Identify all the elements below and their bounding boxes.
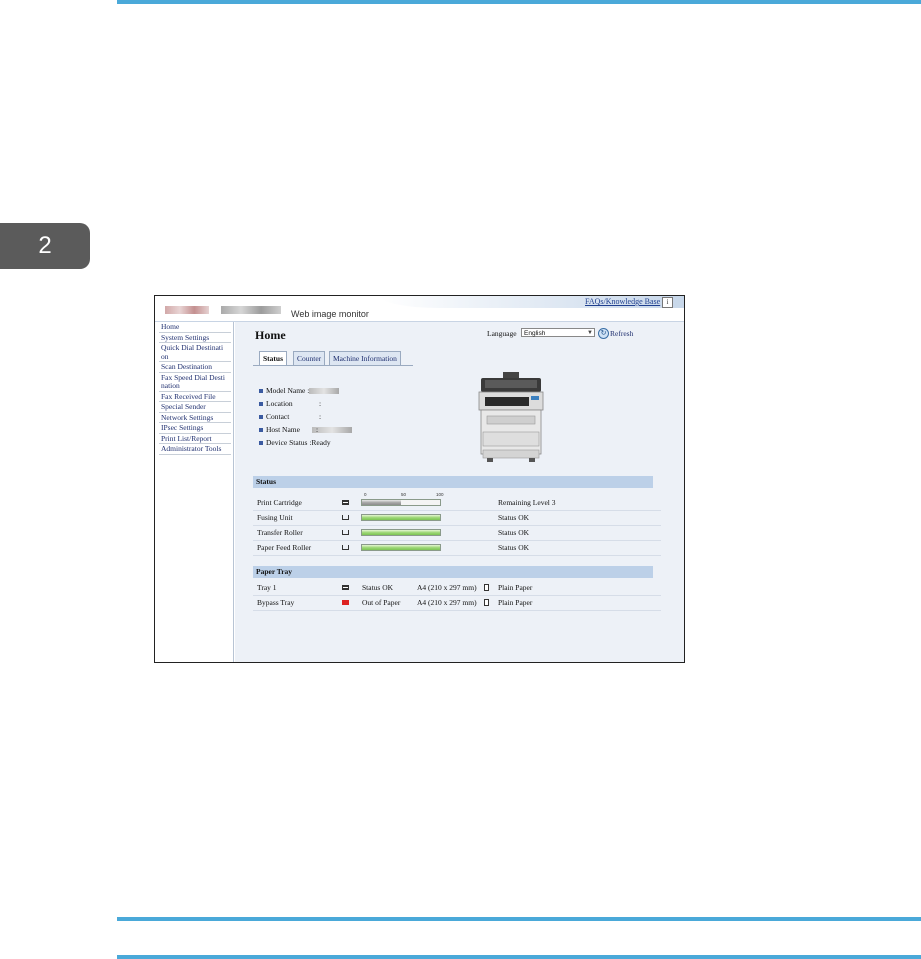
sidebar-item-ipsec-settings[interactable]: IPsec Settings: [159, 423, 231, 434]
tray-icon: [342, 585, 349, 590]
model-name-value-blurred: [309, 388, 340, 395]
status-row-label: Fusing Unit: [257, 513, 293, 522]
level-bar-fill: [362, 515, 440, 520]
unit-icon: [342, 545, 349, 550]
model-logo-blurred: [221, 306, 281, 314]
tab-counter[interactable]: Counter: [293, 351, 326, 366]
refresh-link[interactable]: Refresh: [610, 329, 633, 338]
status-row-fusing-unit: Fusing Unit Status OK: [253, 510, 661, 526]
bullet-icon: [259, 389, 263, 394]
contact-label: Contact: [266, 412, 290, 421]
location-label: Location: [266, 399, 293, 408]
main-content: Home Language English ▼ ↻ Refresh Status…: [235, 322, 684, 662]
paper-tray-status: Status OK: [362, 583, 394, 592]
level-bar-fill: [362, 545, 440, 550]
paper-size: A4 (210 x 297 mm): [417, 598, 477, 607]
status-row-label: Transfer Roller: [257, 528, 303, 537]
level-bar: [361, 499, 441, 506]
location-row: Location:: [259, 399, 321, 408]
host-name-row: Host Name :: [259, 425, 352, 434]
paper-sheet-icon: [484, 599, 489, 606]
status-row-value: Status OK: [498, 543, 530, 552]
tab-underline: [253, 365, 413, 366]
info-icon[interactable]: i: [662, 297, 673, 308]
sidebar-item-print-list-report[interactable]: Print List/Report: [159, 434, 231, 444]
level-bar: [361, 514, 441, 521]
device-status-label: Device Status: [266, 438, 308, 447]
tab-status[interactable]: Status: [259, 351, 288, 366]
unit-icon: [342, 530, 349, 535]
paper-type: Plain Paper: [498, 598, 533, 607]
model-name-label: Model Name: [266, 386, 306, 395]
page-bottom-rule: [117, 917, 921, 921]
level-bar: [361, 544, 441, 551]
sidebar-menu: Home System Settings Quick Dial Destinat…: [155, 322, 234, 662]
paper-type: Plain Paper: [498, 583, 533, 592]
paper-sheet-icon: [484, 584, 489, 591]
status-row-paper-feed-roller: Paper Feed Roller Status OK: [253, 540, 661, 556]
sidebar-item-home[interactable]: Home: [159, 322, 231, 333]
bullet-icon: [259, 402, 263, 407]
tab-machine-information[interactable]: Machine Information: [329, 351, 401, 366]
status-row-label: Paper Feed Roller: [257, 543, 312, 552]
chevron-down-icon: ▼: [587, 330, 593, 336]
faq-knowledge-base-link[interactable]: FAQs/Knowledge Base: [585, 297, 660, 306]
host-name-label: Host Name: [266, 425, 300, 434]
status-row-value: Status OK: [498, 528, 530, 537]
unit-icon: [342, 515, 349, 520]
status-section-header: Status: [253, 476, 653, 488]
web-image-monitor-screenshot: Web image monitor FAQs/Knowledge Base i …: [154, 295, 685, 663]
paper-tray-section-header: Paper Tray: [253, 566, 653, 578]
bullet-icon: [259, 441, 263, 446]
language-label: Language: [487, 329, 517, 338]
bullet-icon: [259, 415, 263, 420]
header: Web image monitor FAQs/Knowledge Base i: [155, 296, 684, 322]
sidebar-item-system-settings[interactable]: System Settings: [159, 333, 231, 343]
brand-logo-blurred: [165, 306, 209, 314]
bullet-icon: [259, 428, 263, 433]
sidebar-item-special-sender[interactable]: Special Sender: [159, 402, 231, 413]
device-status-row: Device Status :Ready: [259, 438, 331, 447]
printer-image: [478, 372, 544, 462]
paper-size: A4 (210 x 297 mm): [417, 583, 477, 592]
refresh-icon[interactable]: ↻: [598, 328, 609, 339]
paper-tray-status: Out of Paper: [362, 598, 401, 607]
level-bar-fill: [362, 530, 440, 535]
sidebar-item-fax-received-file[interactable]: Fax Received File: [159, 392, 231, 402]
status-row-value: Remaining Level 3: [498, 498, 556, 507]
page-footer-rule: [117, 955, 921, 959]
language-select[interactable]: English ▼: [521, 328, 595, 337]
level-bar: [361, 529, 441, 536]
status-row-print-cartridge: Print Cartridge Remaining Level 3: [253, 495, 661, 511]
sidebar-item-network-settings[interactable]: Network Settings: [159, 413, 231, 423]
host-name-separator: :: [316, 425, 319, 434]
page-top-rule: [117, 0, 921, 4]
cartridge-icon: [342, 500, 349, 505]
chapter-tab: 2: [0, 223, 90, 269]
status-row-value: Status OK: [498, 513, 530, 522]
app-title: Web image monitor: [291, 309, 369, 319]
contact-row: Contact:: [259, 412, 321, 421]
paper-tray-label: Tray 1: [257, 583, 277, 592]
paper-tray-row-bypass-tray: Bypass Tray Out of Paper A4 (210 x 297 m…: [253, 595, 661, 611]
paper-tray-label: Bypass Tray: [257, 598, 295, 607]
status-row-label: Print Cartridge: [257, 498, 302, 507]
status-row-transfer-roller: Transfer Roller Status OK: [253, 525, 661, 541]
sidebar-item-fax-speed-dial-destination[interactable]: Fax Speed Dial Desti nation: [159, 373, 231, 392]
contact-separator: :: [319, 412, 322, 421]
language-value: English: [524, 330, 546, 337]
sidebar-item-quick-dial-destination[interactable]: Quick Dial Destinati on: [159, 343, 231, 362]
device-status-value: Ready: [311, 438, 331, 447]
page-title: Home: [255, 328, 286, 342]
paper-tray-row-tray-1: Tray 1 Status OK A4 (210 x 297 mm) Plain…: [253, 580, 661, 596]
out-of-paper-icon: [342, 600, 349, 605]
level-bar-fill: [362, 500, 401, 505]
sidebar-item-scan-destination[interactable]: Scan Destination: [159, 362, 231, 373]
model-name-row: Model Name :: [259, 386, 340, 395]
location-separator: :: [319, 399, 322, 408]
sidebar-item-administrator-tools[interactable]: Administrator Tools: [159, 444, 231, 455]
